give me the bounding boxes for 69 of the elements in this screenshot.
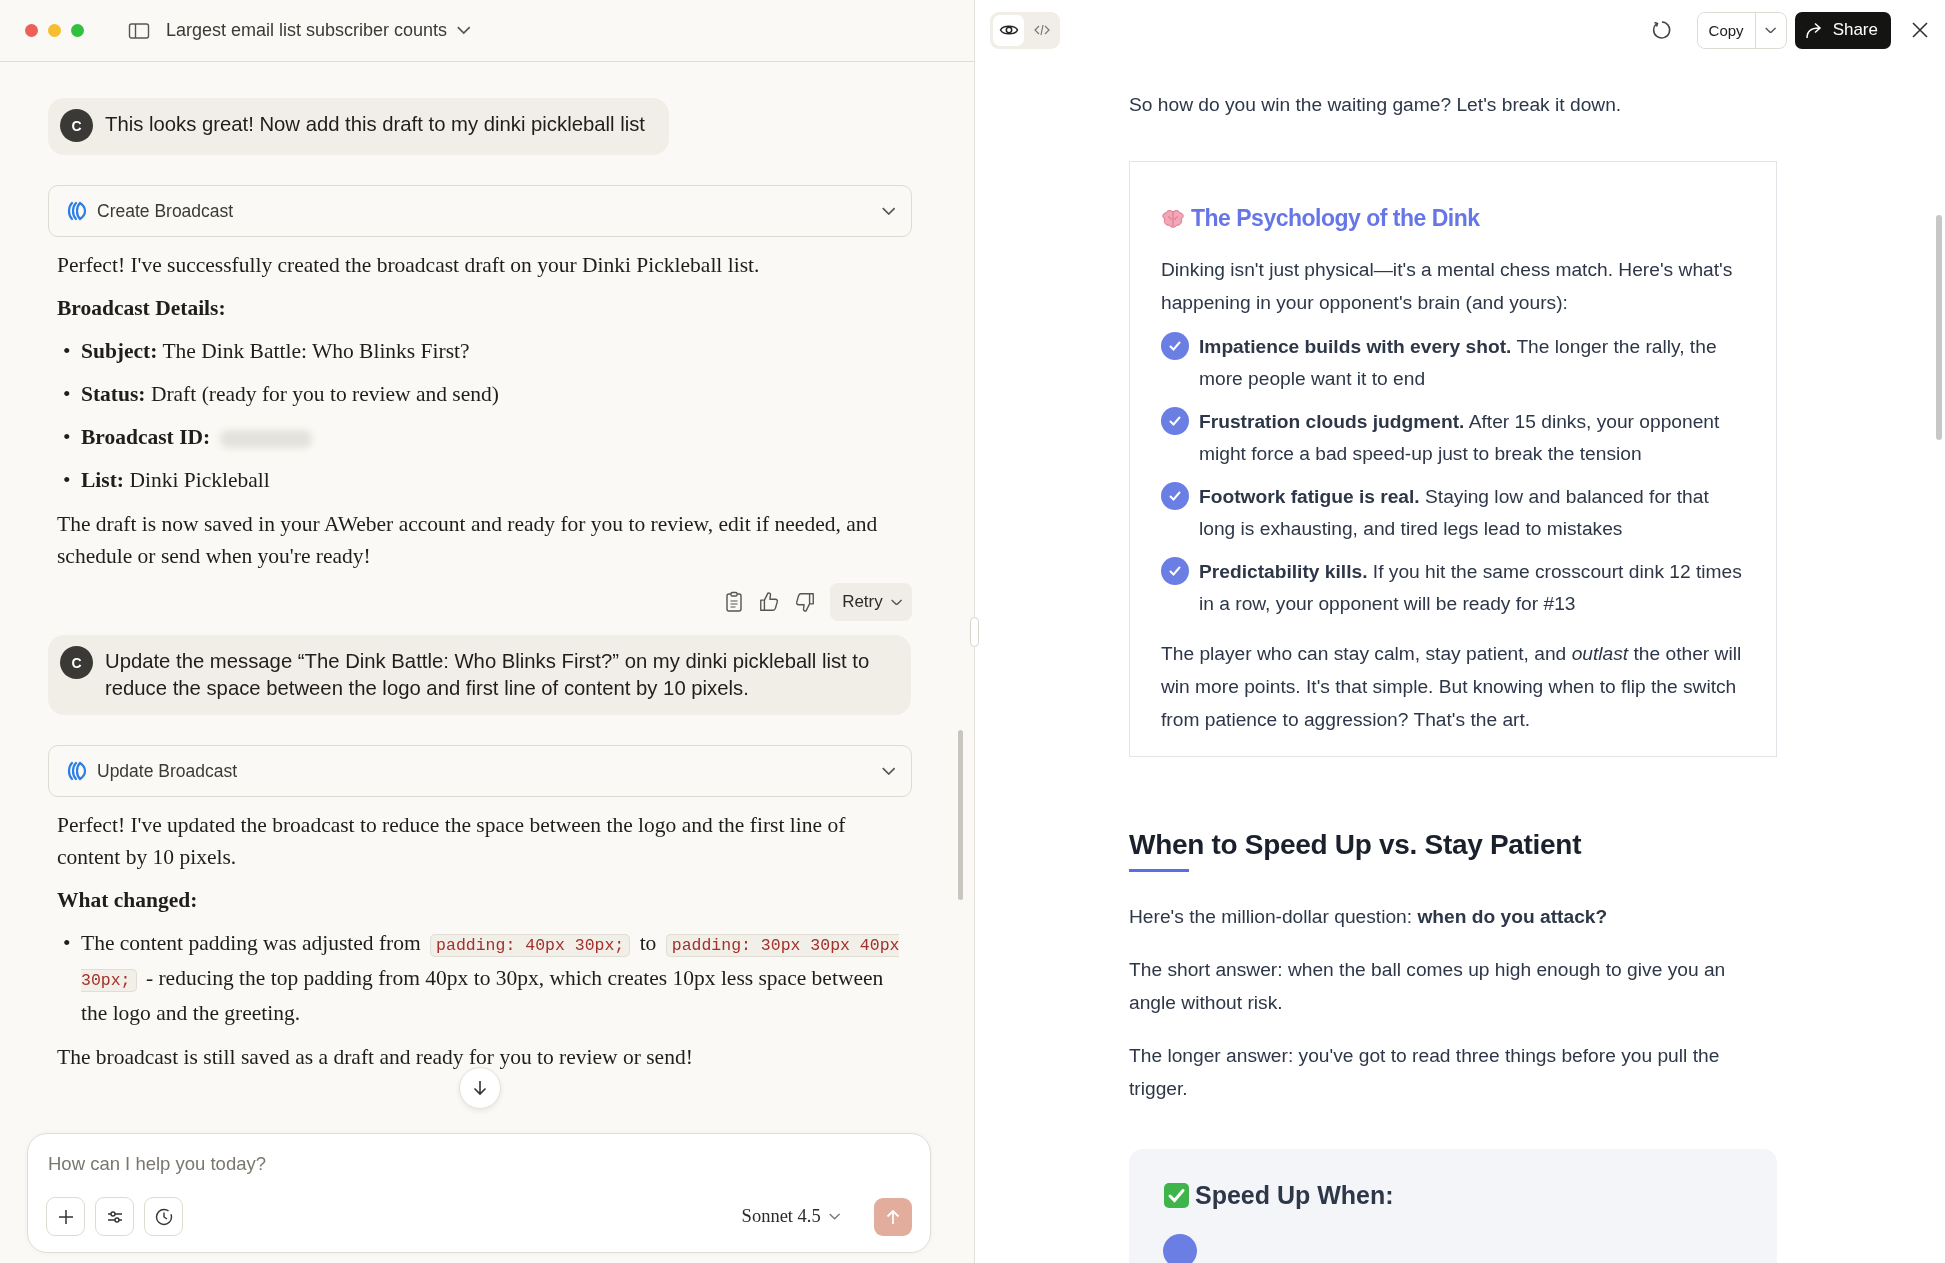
tool-call-label: Create Broadcast [97, 200, 235, 222]
arrow-up-icon [884, 1207, 902, 1226]
retry-button[interactable]: Retry [830, 583, 912, 621]
model-selector[interactable]: Sonnet 4.5 [735, 1205, 846, 1228]
waves-logo-icon [65, 760, 87, 782]
clock-icon [153, 1206, 174, 1227]
document-paragraph: Here's the million-dollar question: when do you attack? [1129, 905, 1609, 929]
point-text: Frustration clouds judgment. After 15 dinks, your opponent might force a bad speed-up just to break the tension [1199, 410, 1721, 466]
scrollbar[interactable] [958, 730, 963, 900]
checklist-title: Speed Up When: [1195, 1180, 1394, 1211]
point-text: Impatience builds with every shot. The longer the rally, the more people want it to end [1199, 335, 1718, 391]
bullet-marker: • [63, 930, 71, 957]
waves-logo-icon [65, 200, 87, 222]
preview-tab[interactable] [993, 14, 1024, 46]
section-heading: Broadcast Details: [57, 295, 227, 322]
bullet-marker: • [63, 424, 71, 451]
document-paragraph: The longer answer: you've got to read three things before you pull the trigger. [1129, 1044, 1721, 1101]
user-avatar: C [60, 109, 93, 142]
brain-icon [1161, 208, 1185, 229]
bullet-text: Status: Draft (ready for you to review and send) [81, 381, 499, 408]
thumbs-down-icon[interactable] [794, 591, 817, 613]
document-paragraph: The short answer: when the ball comes up high enough to give you an angle without risk. [1129, 958, 1727, 1015]
history-button[interactable] [144, 1197, 183, 1236]
message-input[interactable]: How can I help you today? [46, 1152, 912, 1176]
point-text: Predictability kills. If you hit the same crosscourt dink 12 times in a row, your opponent will be ready for #13 [1199, 560, 1743, 616]
bullet-marker: • [63, 467, 71, 494]
bullet-text: Subject: The Dink Battle: Who Blinks First? [81, 338, 470, 365]
close-window-icon[interactable] [25, 24, 38, 37]
callout-title: The Psychology of the Dink [1191, 204, 1480, 233]
callout-intro: Dinking isn't just physical—it's a mental chess match. Here's what's happening in your opponent's brain (and yours): [1161, 258, 1734, 315]
document-paragraph: So how do you win the waiting game? Let's break it down. [1129, 93, 1623, 117]
callout-outro: The player who can stay calm, stay patient, and outlast the other will win more points. It's that simple. But knowing when to flip the switch from patience to aggression? That's the art. [1161, 642, 1743, 732]
response-paragraph: The draft is now saved in your AWeber account and ready for you to review, edit if needed, and schedule or send when you're ready! [57, 511, 879, 570]
sidebar-toggle-icon[interactable] [128, 21, 150, 40]
tool-call-card[interactable]: Update Broadcast [48, 745, 912, 797]
bullet-text: Broadcast ID: [81, 421, 312, 453]
section-heading: When to Speed Up vs. Stay Patient [1129, 828, 1583, 862]
response-paragraph: Perfect! I've updated the broadcast to reduce the space between the logo and the first line of content by 10 pixels. [57, 812, 847, 871]
chevron-icon [457, 26, 471, 35]
bullet-marker: • [63, 338, 71, 365]
scrollbar[interactable] [1936, 215, 1942, 440]
tool-call-card[interactable]: Create Broadcast [48, 185, 912, 237]
share-button[interactable]: Share [1794, 11, 1891, 49]
plus-icon [56, 1207, 75, 1226]
close-icon[interactable] [1911, 21, 1929, 39]
chevron-icon [881, 206, 895, 216]
check-box-icon [1163, 1182, 1190, 1209]
scroll-down-button[interactable] [459, 1067, 501, 1109]
tools-button[interactable] [95, 1197, 134, 1236]
conversation-title[interactable]: Largest email list subscriber counts [166, 20, 448, 41]
copy-button[interactable]: Copy [1697, 12, 1756, 48]
refresh-icon[interactable] [1650, 19, 1673, 41]
response-paragraph: The broadcast is still saved as a draft and ready for you to review or send! [57, 1044, 694, 1071]
message-text: Update the message “The Dink Battle: Who Blinks First?” on my dinki pickleball list to reduce the space between the logo and first line of content by 10 pixels. [105, 649, 871, 701]
message-text: This looks great! Now add this draft to my dinki pickleball list [105, 112, 645, 137]
add-button[interactable] [46, 1197, 85, 1236]
section-heading: What changed: [57, 887, 199, 914]
thumbs-up-icon[interactable] [758, 591, 781, 613]
bullet-text: List: Dinki Pickleball [81, 467, 270, 494]
chevron-icon [881, 766, 895, 776]
point-text: Footwork fatigue is real. Staying low and balanced for that long is exhausting, and tired legs lead to mistakes [1199, 485, 1710, 541]
bullet-marker: • [63, 381, 71, 408]
tool-call-label: Update Broadcast [97, 760, 239, 782]
chevron-icon [890, 598, 902, 606]
chevron-icon [1765, 26, 1777, 34]
chevron-icon [828, 1213, 840, 1220]
response-paragraph: Perfect! I've successfully created the broadcast draft on your Dinki Pickleball list. [57, 252, 761, 279]
copy-icon[interactable] [724, 591, 745, 613]
user-avatar: C [60, 646, 93, 679]
